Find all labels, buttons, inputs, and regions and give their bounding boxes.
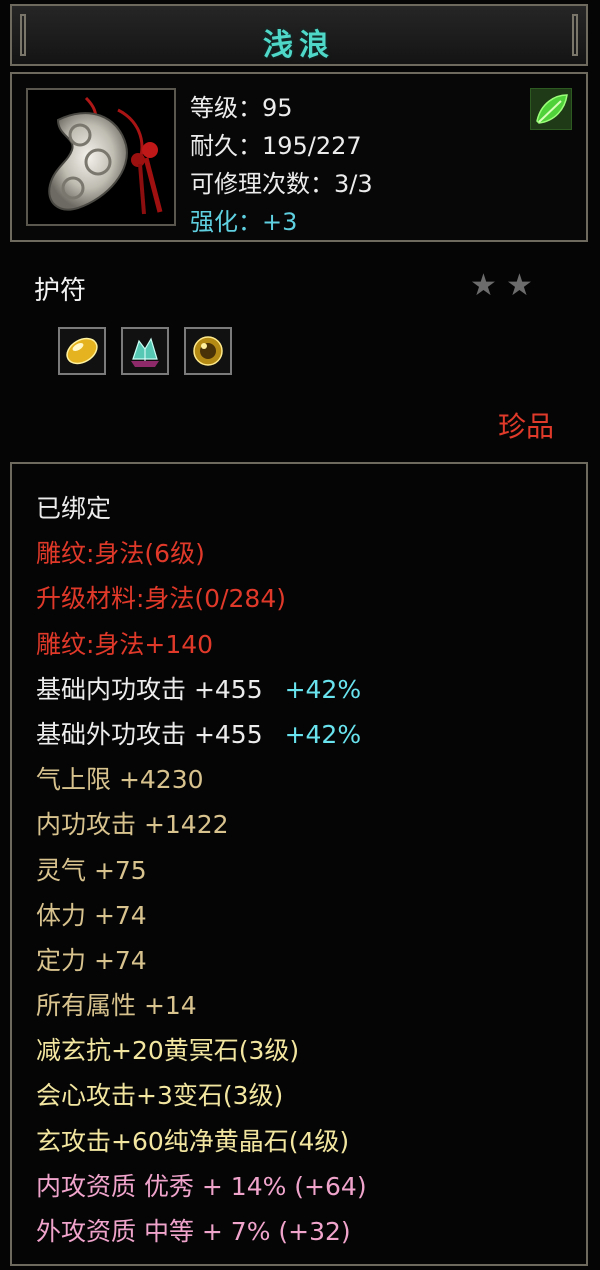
amber-gem-icon[interactable] [184,327,232,375]
attribute-row: 灵气 +75 [36,855,147,885]
socket-gem-attribute: 减玄抗+20黄冥石(3级) [36,1036,300,1066]
crystal-gem-icon[interactable] [121,327,169,375]
star-icon: ★ [506,268,533,303]
attribute-row: 体力 +74 [36,900,147,930]
engraving-attribute: 雕纹:身法(6级) [36,539,205,569]
attribute-row: 内功攻击 +1422 [36,810,229,840]
attribute-row: 气上限 +4230 [36,765,204,795]
star-icon: ★ [470,268,497,303]
attribute-percent: +42% [284,719,362,749]
item-durability: 耐久：195/227 [190,132,362,160]
socket-gem-attribute: 玄攻击+60纯净黄晶石(4级) [36,1126,350,1156]
attribute-row: 基础外功攻击 +455 +42% [36,712,367,757]
attribute-list: 已绑定 雕纹:身法(6级) 升级材料:身法(0/284) 雕纹:身法+140 基… [36,486,367,1254]
engraving-bonus: 雕纹:身法+140 [36,629,214,659]
attribute-text: 基础内功攻击 +455 [36,674,263,704]
leaf-icon [530,88,572,130]
attribute-row: 所有属性 +14 [36,991,197,1021]
rarity-label: 珍品 [497,410,554,443]
bound-status: 已绑定 [36,494,112,523]
item-repair-count: 可修理次数：3/3 [190,170,373,198]
item-type: 护符 [34,276,87,306]
upgrade-material: 升级材料:身法(0/284) [36,584,286,614]
item-level: 等级：95 [190,94,293,122]
attribute-row: 定力 +74 [36,945,147,975]
title-bar: 浅浪 [10,4,588,66]
attributes-panel: 已绑定 雕纹:身法(6级) 升级材料:身法(0/284) 雕纹:身法+140 基… [10,462,588,1266]
attribute-text: 基础外功攻击 +455 [36,719,263,749]
aptitude-attribute: 内攻资质 优秀 + 14% (+64) [36,1171,367,1201]
item-enhance-level: 强化：+3 [190,208,298,236]
aptitude-attribute: 外攻资质 中等 + 7% (+32) [36,1217,351,1246]
item-name: 浅浪 [263,28,335,63]
socket-gem-attribute: 会心攻击+3变石(3级) [36,1081,284,1111]
yellow-gem-icon[interactable] [58,327,106,375]
attribute-row: 基础内功攻击 +455 +42% [36,667,367,712]
amulet-icon[interactable] [26,88,176,226]
attribute-percent: +42% [284,674,362,704]
item-header-panel: 等级：95 耐久：195/227 可修理次数：3/3 强化：+3 [10,72,588,242]
